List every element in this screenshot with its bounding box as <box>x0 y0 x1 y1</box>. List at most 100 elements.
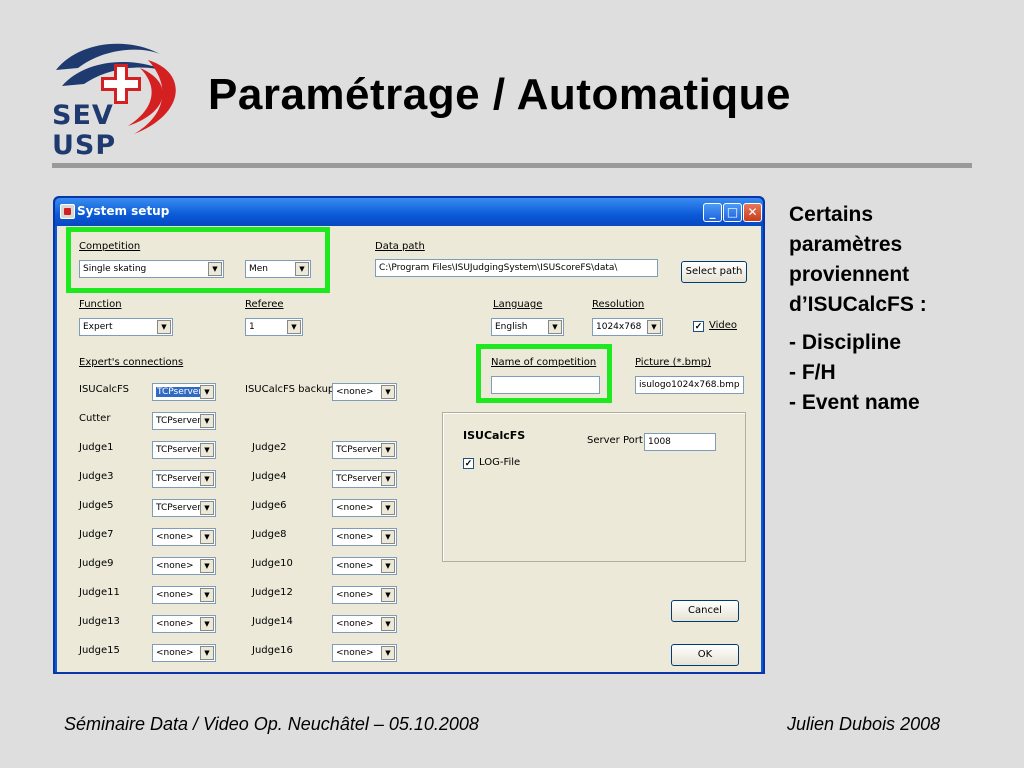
footer-right: Julien Dubois 2008 <box>787 714 941 734</box>
chevron-down-icon[interactable]: ▼ <box>381 472 395 486</box>
isucalcfs-label: ISUCalcFS <box>79 384 129 395</box>
judge1-value: TCPserver <box>156 445 202 455</box>
judge3-select[interactable]: TCPserver ▼ <box>152 470 216 488</box>
judge12-value: <none> <box>336 590 374 600</box>
chevron-down-icon[interactable]: ▼ <box>200 559 214 573</box>
judge5-select[interactable]: TCPserver ▼ <box>152 499 216 517</box>
chevron-down-icon[interactable]: ▼ <box>548 320 562 334</box>
judge2-label: Judge2 <box>252 442 287 453</box>
cancel-button[interactable]: Cancel <box>671 600 739 622</box>
function-select[interactable]: Expert ▼ <box>79 318 173 336</box>
language-value: English <box>495 322 528 332</box>
isucalcfs-backup-select[interactable]: <none> ▼ <box>332 383 397 401</box>
picture-label: Picture (*.bmp) <box>635 357 711 368</box>
judge2-value: TCPserver <box>336 445 382 455</box>
resolution-value: 1024x768 <box>596 322 642 332</box>
judge2-select[interactable]: TCPserver ▼ <box>332 441 397 459</box>
judge12-select[interactable]: <none> ▼ <box>332 586 397 604</box>
note-line: Certains <box>789 203 874 226</box>
isucalcfs-panel: ISUCalcFS Server Port 1008 ✓ LOG-File <box>442 412 746 562</box>
log-file-checkbox[interactable]: ✓ <box>463 458 474 469</box>
chevron-down-icon[interactable]: ▼ <box>200 501 214 515</box>
data-path-input[interactable]: C:\Program Files\ISUJudgingSystem\ISUSco… <box>375 259 658 277</box>
judge14-label: Judge14 <box>252 616 293 627</box>
judge3-label: Judge3 <box>79 471 114 482</box>
chevron-down-icon[interactable]: ▼ <box>381 385 395 399</box>
chevron-down-icon[interactable]: ▼ <box>200 588 214 602</box>
judge13-label: Judge13 <box>79 616 120 627</box>
judge15-select[interactable]: <none> ▼ <box>152 644 216 662</box>
note-item: - Event name <box>789 391 920 414</box>
name-of-competition-highlight-box <box>476 344 612 403</box>
chevron-down-icon[interactable]: ▼ <box>381 501 395 515</box>
logo-text-sev: SEV <box>52 100 114 131</box>
server-port-input[interactable]: 1008 <box>644 433 716 451</box>
isucalcfs-panel-title: ISUCalcFS <box>463 429 526 442</box>
competition-highlight-box <box>66 227 330 293</box>
judge8-value: <none> <box>336 532 374 542</box>
experts-connections-label: Expert's connections <box>79 357 184 368</box>
select-path-button[interactable]: Select path <box>681 261 747 283</box>
isucalcfs-select[interactable]: TCPserver ▼ <box>152 383 216 401</box>
judge8-label: Judge8 <box>252 529 287 540</box>
picture-input[interactable]: isulogo1024x768.bmp <box>635 376 744 394</box>
resolution-label: Resolution <box>592 299 645 310</box>
judge8-select[interactable]: <none> ▼ <box>332 528 397 546</box>
log-file-label: LOG-File <box>479 457 521 468</box>
close-button[interactable]: ✕ <box>743 203 762 222</box>
note-item: - F/H <box>789 361 836 384</box>
judge1-select[interactable]: TCPserver ▼ <box>152 441 216 459</box>
language-select[interactable]: English ▼ <box>491 318 564 336</box>
resolution-select[interactable]: 1024x768 ▼ <box>592 318 663 336</box>
chevron-down-icon[interactable]: ▼ <box>200 385 214 399</box>
chevron-down-icon[interactable]: ▼ <box>381 588 395 602</box>
judge12-label: Judge12 <box>252 587 293 598</box>
ok-button[interactable]: OK <box>671 644 739 666</box>
chevron-down-icon[interactable]: ▼ <box>381 646 395 660</box>
cutter-select[interactable]: TCPserver ▼ <box>152 412 216 430</box>
chevron-down-icon[interactable]: ▼ <box>200 414 214 428</box>
judge7-select[interactable]: <none> ▼ <box>152 528 216 546</box>
isucalcfs-value: TCPserver <box>156 387 204 397</box>
judge13-value: <none> <box>156 619 194 629</box>
referee-value: 1 <box>249 322 255 332</box>
footer-left: Séminaire Data / Video Op. Neuchâtel – 0… <box>64 714 479 734</box>
chevron-down-icon[interactable]: ▼ <box>200 646 214 660</box>
judge11-label: Judge11 <box>79 587 120 598</box>
judge3-value: TCPserver <box>156 474 202 484</box>
title-divider <box>52 163 972 168</box>
judge6-value: <none> <box>336 503 374 513</box>
judge10-select[interactable]: <none> ▼ <box>332 557 397 575</box>
chevron-down-icon[interactable]: ▼ <box>381 559 395 573</box>
chevron-down-icon[interactable]: ▼ <box>200 472 214 486</box>
chevron-down-icon[interactable]: ▼ <box>200 530 214 544</box>
judge16-select[interactable]: <none> ▼ <box>332 644 397 662</box>
maximize-button[interactable]: □ <box>723 203 742 222</box>
judge13-select[interactable]: <none> ▼ <box>152 615 216 633</box>
chevron-down-icon[interactable]: ▼ <box>200 443 214 457</box>
minimize-button[interactable]: _ <box>703 203 722 222</box>
judge14-select[interactable]: <none> ▼ <box>332 615 397 633</box>
chevron-down-icon[interactable]: ▼ <box>381 617 395 631</box>
chevron-down-icon[interactable]: ▼ <box>157 320 171 334</box>
chevron-down-icon[interactable]: ▼ <box>200 617 214 631</box>
judge7-value: <none> <box>156 532 194 542</box>
video-checkbox[interactable]: ✓ <box>693 321 704 332</box>
judge5-value: TCPserver <box>156 503 202 513</box>
logo-text-usp: USP <box>52 130 117 161</box>
window-titlebar[interactable]: System setup _ □ ✕ <box>55 198 763 226</box>
judge9-select[interactable]: <none> ▼ <box>152 557 216 575</box>
chevron-down-icon[interactable]: ▼ <box>381 530 395 544</box>
judge6-select[interactable]: <none> ▼ <box>332 499 397 517</box>
referee-select[interactable]: 1 ▼ <box>245 318 303 336</box>
note-line: paramètres <box>789 233 903 256</box>
chevron-down-icon[interactable]: ▼ <box>381 443 395 457</box>
note-line: d’ISUCalcFS : <box>789 293 927 316</box>
judge15-label: Judge15 <box>79 645 120 656</box>
chevron-down-icon[interactable]: ▼ <box>287 320 301 334</box>
side-notes: Certains paramètres proviennent d’ISUCal… <box>789 200 989 418</box>
judge4-select[interactable]: TCPserver ▼ <box>332 470 397 488</box>
language-label: Language <box>493 299 543 310</box>
chevron-down-icon[interactable]: ▼ <box>647 320 661 334</box>
judge11-select[interactable]: <none> ▼ <box>152 586 216 604</box>
